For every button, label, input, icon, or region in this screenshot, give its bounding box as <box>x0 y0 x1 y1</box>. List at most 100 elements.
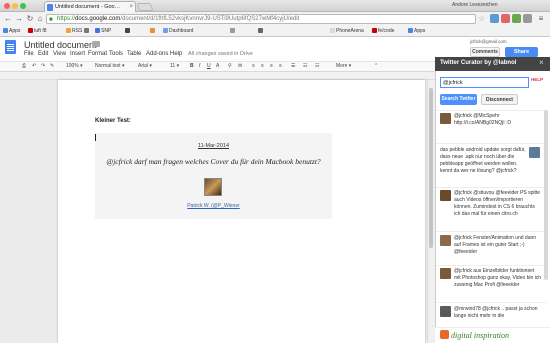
more-button[interactable]: More ▾ <box>336 62 351 71</box>
collapse-icon[interactable]: ⌃ <box>374 62 378 71</box>
disconnect-button[interactable]: Disconnect <box>481 94 518 105</box>
divider <box>436 265 546 266</box>
bulleted-list-icon[interactable]: ☷ <box>315 62 319 71</box>
menu-addons[interactable]: Add-ons <box>146 51 168 57</box>
menu-tools[interactable]: Tools <box>109 51 123 57</box>
bookmark-item[interactable] <box>125 28 131 35</box>
divider <box>436 302 546 303</box>
close-window-button[interactable] <box>4 3 10 9</box>
menu-help[interactable]: Help <box>170 51 182 57</box>
profile-name[interactable]: Andore Lesezeichen <box>452 2 498 8</box>
link-icon[interactable]: ⚲ <box>228 62 232 71</box>
justify-icon[interactable]: ≡ <box>279 62 282 71</box>
font-size-select[interactable]: 11 ▾ <box>170 62 179 71</box>
redo-icon[interactable]: ↷ <box>41 62 45 71</box>
avatar <box>440 190 451 201</box>
bookmark-item[interactable]: Dashboard <box>163 28 193 35</box>
address-bar[interactable]: ■ https://docs.google.com/document/d/1fh… <box>46 14 476 24</box>
user-email[interactable]: jcfrick@gmail.com <box>470 39 507 44</box>
tab-title: Untitled document - Goo… <box>55 4 121 10</box>
italic-icon[interactable]: I <box>199 62 200 71</box>
share-button[interactable]: Share <box>505 47 538 57</box>
close-icon[interactable]: × <box>539 58 544 67</box>
url-host: docs.google.com <box>75 16 121 22</box>
minimize-window-button[interactable] <box>12 3 18 9</box>
folder-icon[interactable] <box>92 41 100 47</box>
close-tab-icon[interactable]: × <box>129 2 133 12</box>
undo-icon[interactable]: ↶ <box>32 62 36 71</box>
text-color-icon[interactable]: A <box>216 62 219 71</box>
avatar <box>440 306 451 317</box>
document-scrollbar-thumb[interactable] <box>429 88 433 248</box>
footer-logo-text[interactable]: digital inspiration <box>451 331 509 340</box>
bookmark-item[interactable] <box>150 28 156 35</box>
bookmark-item[interactable]: PhoneArena <box>330 28 364 35</box>
menu-format[interactable]: Format <box>88 51 107 57</box>
bookmark-star-icon[interactable]: ☆ <box>478 14 485 23</box>
divider <box>436 143 546 144</box>
tweet-item-text: @jcfrick @stiuvou @feeeider PS spitte au… <box>454 190 541 217</box>
tweet-item-text: @jcfrick aus Einzelbilder funktioniert m… <box>454 268 542 288</box>
style-select[interactable]: Normal text ▾ <box>95 62 124 71</box>
bookmark-item[interactable]: fe/code <box>372 28 394 35</box>
extension-icon[interactable] <box>512 14 521 23</box>
extension-icon[interactable] <box>501 14 510 23</box>
menu-table[interactable]: Table <box>127 51 141 57</box>
bookmark-item[interactable]: tuft f8 <box>28 28 47 35</box>
menu-file[interactable]: File <box>24 51 34 57</box>
docs-logo-icon[interactable] <box>5 40 16 54</box>
tweet-text: @jcfrick darf man fragen welches Cover d… <box>106 157 321 166</box>
extension-icon[interactable] <box>523 14 532 23</box>
new-tab-button[interactable] <box>136 3 154 11</box>
forward-icon[interactable]: → <box>14 14 24 24</box>
align-left-icon[interactable]: ≡ <box>252 62 255 71</box>
help-link[interactable]: HELP <box>531 77 543 82</box>
tweet-item-text: das pebble android update sorgt dafür, d… <box>440 147 526 174</box>
bookmark-favicon-icon <box>330 28 335 33</box>
numbered-list-icon[interactable]: ☷ <box>303 62 307 71</box>
align-right-icon[interactable]: ≡ <box>270 62 273 71</box>
tweet-date[interactable]: 11-Mar-2014 <box>95 143 332 149</box>
apps-icon <box>3 28 8 33</box>
search-twitter-button[interactable]: Search Twitter <box>440 94 477 105</box>
tweet-author-link[interactable]: Patrick W. (@P_Wiener <box>95 203 332 209</box>
align-center-icon[interactable]: ≡ <box>261 62 264 71</box>
ruler[interactable] <box>0 72 435 80</box>
bold-icon[interactable]: B <box>190 62 194 71</box>
text-cursor <box>95 134 96 141</box>
paint-format-icon[interactable]: ✎ <box>50 62 54 71</box>
bookmark-favicon-icon <box>150 28 155 33</box>
browser-tab[interactable]: Untitled document - Goo… × <box>44 1 136 12</box>
line-spacing-icon[interactable]: ☰ <box>291 62 295 71</box>
search-input[interactable]: @jcfrick <box>440 77 529 88</box>
bookmark-apps[interactable]: Apps <box>3 28 20 35</box>
font-select[interactable]: Arial ▾ <box>138 62 152 71</box>
underline-icon[interactable]: U <box>207 62 211 71</box>
menu-insert[interactable]: Insert <box>70 51 85 57</box>
bookmark-item[interactable]: SNP <box>95 28 111 35</box>
reload-icon[interactable]: ↻ <box>25 14 35 24</box>
divider <box>436 187 546 188</box>
docs-favicon-icon <box>47 4 53 11</box>
menu-edit[interactable]: Edit <box>38 51 48 57</box>
sidebar-scrollbar-thumb[interactable] <box>544 110 548 280</box>
print-icon[interactable]: ⎙ <box>22 62 26 71</box>
save-status[interactable]: All changes saved in Drive <box>188 51 253 57</box>
bookmark-item[interactable] <box>84 28 90 35</box>
divider <box>436 110 546 111</box>
menu-view[interactable]: View <box>53 51 66 57</box>
document-title[interactable]: Untitled document <box>24 40 97 50</box>
home-icon[interactable]: ⌂ <box>35 14 45 24</box>
bookmark-item[interactable]: Apps <box>408 28 425 35</box>
back-icon[interactable]: ← <box>3 14 13 24</box>
bookmark-favicon-icon <box>125 28 130 33</box>
extension-icon[interactable] <box>490 14 499 23</box>
zoom-select[interactable]: 100% ▾ <box>66 62 83 71</box>
chrome-menu-icon[interactable]: ≡ <box>536 14 546 24</box>
bookmark-item[interactable]: RSS <box>66 28 82 35</box>
comments-button[interactable]: Comments <box>470 47 500 57</box>
zoom-window-button[interactable] <box>20 3 26 9</box>
bookmark-item[interactable] <box>230 28 236 35</box>
bookmark-item[interactable] <box>258 28 264 35</box>
comment-icon[interactable]: ✉ <box>238 62 242 71</box>
